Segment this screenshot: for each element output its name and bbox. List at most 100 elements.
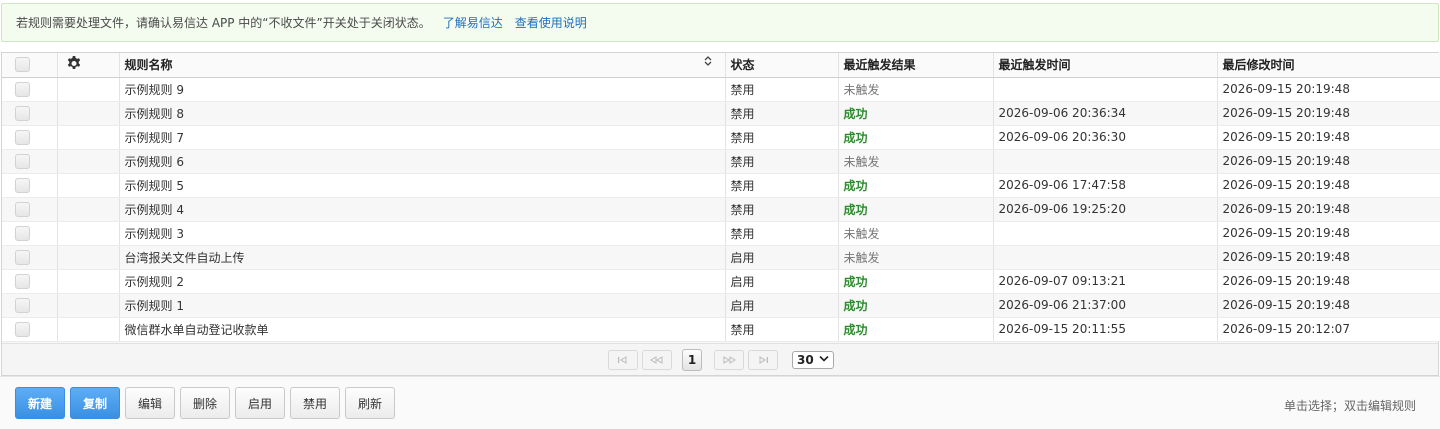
row-checkbox-cell[interactable]	[2, 221, 58, 246]
status-text: 禁用	[730, 154, 755, 169]
column-header-trigger-time[interactable]: 最近触发时间	[993, 53, 1218, 78]
first-page-button[interactable]	[608, 349, 638, 370]
rule-name-text: 示例规则 9	[124, 82, 184, 97]
status-text: 启用	[730, 250, 755, 265]
rule-name-text: 示例规则 6	[124, 154, 184, 169]
result-text: 未触发	[843, 226, 880, 241]
column-header-status[interactable]: 状态	[725, 53, 839, 78]
modified-time-text: 2026-09-15 20:19:48	[1222, 130, 1350, 144]
select-all-cell[interactable]	[2, 53, 58, 78]
enable-button[interactable]: 启用	[235, 387, 285, 419]
row-settings-cell	[57, 269, 120, 294]
row-checkbox[interactable]	[15, 153, 30, 169]
row-settings-cell	[57, 221, 120, 246]
row-checkbox-cell[interactable]	[2, 197, 58, 222]
trigger-time-cell: 2026-09-15 20:11:55	[993, 317, 1218, 342]
rule-name-text: 示例规则 5	[124, 178, 184, 193]
row-checkbox[interactable]	[15, 129, 30, 145]
rule-name-text: 示例规则 3	[124, 226, 184, 241]
modified-time-text: 2026-09-15 20:19:48	[1222, 178, 1350, 192]
row-settings-cell	[57, 173, 120, 198]
action-toolbar: 新建 复制 编辑 删除 启用 禁用 刷新 单击选择；双击编辑规则	[0, 376, 1440, 429]
row-checkbox-cell[interactable]	[2, 317, 58, 342]
row-checkbox[interactable]	[15, 105, 30, 121]
row-checkbox[interactable]	[15, 177, 30, 193]
learn-more-link[interactable]: 了解易信达	[443, 14, 503, 31]
row-checkbox[interactable]	[15, 81, 30, 97]
status-text: 禁用	[730, 82, 755, 97]
trigger-time-text: 2026-09-07 09:13:21	[998, 274, 1126, 288]
trigger-time-text: 2026-09-06 21:37:00	[998, 298, 1126, 312]
delete-button[interactable]: 删除	[180, 387, 230, 419]
result-cell: 未触发	[838, 149, 994, 174]
chevron-down-icon	[819, 355, 829, 365]
table-row[interactable]: 微信群水单自动登记收款单 禁用 成功 2026-09-15 20:11:55 2026-…	[2, 317, 1440, 342]
prev-page-button[interactable]	[642, 349, 672, 370]
rule-name-text: 示例规则 4	[124, 202, 184, 217]
table-row[interactable]: 示例规则 2 启用 成功 2026-09-07 09:13:21 2026-09-15 …	[2, 269, 1440, 294]
usage-guide-link[interactable]: 查看使用说明	[515, 14, 587, 31]
row-checkbox[interactable]	[15, 297, 30, 313]
current-page-button[interactable]: 1	[682, 348, 702, 371]
modified-time-cell: 2026-09-15 20:19:48	[1217, 245, 1440, 270]
row-settings-cell	[57, 77, 120, 102]
row-checkbox-cell[interactable]	[2, 77, 58, 102]
table-row[interactable]: 示例规则 3 禁用 未触发 2026-09-15 20:19:48	[2, 221, 1440, 246]
row-checkbox-cell[interactable]	[2, 173, 58, 198]
select-all-checkbox[interactable]	[15, 57, 30, 73]
status-cell: 禁用	[725, 77, 839, 102]
row-checkbox[interactable]	[15, 273, 30, 289]
modified-time-cell: 2026-09-15 20:19:48	[1217, 197, 1440, 222]
disable-button[interactable]: 禁用	[290, 387, 340, 419]
table-row[interactable]: 示例规则 6 禁用 未触发 2026-09-15 20:19:48	[2, 149, 1440, 174]
table-row[interactable]: 示例规则 8 禁用 成功 2026-09-06 20:36:34 2026-09-15 …	[2, 101, 1440, 126]
result-text: 成功	[843, 298, 868, 313]
rule-name-cell: 台湾报关文件自动上传	[119, 245, 726, 270]
row-checkbox[interactable]	[15, 321, 30, 337]
result-cell: 成功	[838, 101, 994, 126]
next-page-button[interactable]	[714, 349, 744, 370]
gear-icon[interactable]	[66, 55, 82, 74]
row-checkbox-cell[interactable]	[2, 293, 58, 318]
new-button[interactable]: 新建	[15, 387, 65, 419]
table-row[interactable]: 示例规则 1 启用 成功 2026-09-06 21:37:00 2026-09-15 …	[2, 293, 1440, 318]
modified-time-text: 2026-09-15 20:19:48	[1222, 250, 1350, 264]
table-row[interactable]: 示例规则 5 禁用 成功 2026-09-06 17:47:58 2026-09-15 …	[2, 173, 1440, 198]
row-checkbox-cell[interactable]	[2, 149, 58, 174]
result-text: 未触发	[843, 154, 880, 169]
row-settings-cell	[57, 245, 120, 270]
rule-name-cell: 示例规则 6	[119, 149, 726, 174]
row-checkbox[interactable]	[15, 249, 30, 265]
status-cell: 禁用	[725, 197, 839, 222]
row-checkbox-cell[interactable]	[2, 269, 58, 294]
result-cell: 未触发	[838, 245, 994, 270]
table-row[interactable]: 示例规则 7 禁用 成功 2026-09-06 20:36:30 2026-09-15 …	[2, 125, 1440, 150]
table-row[interactable]: 示例规则 4 禁用 成功 2026-09-06 19:25:20 2026-09-15 …	[2, 197, 1440, 222]
table-row[interactable]: 台湾报关文件自动上传 启用 未触发 2026-09-15 20:19:48	[2, 245, 1440, 270]
column-header-modified[interactable]: 最后修改时间	[1217, 53, 1440, 78]
page-size-select[interactable]: 30	[792, 350, 834, 369]
row-checkbox-cell[interactable]	[2, 245, 58, 270]
row-checkbox[interactable]	[15, 225, 30, 241]
status-cell: 启用	[725, 245, 839, 270]
copy-button[interactable]: 复制	[70, 387, 120, 419]
status-cell: 禁用	[725, 149, 839, 174]
table-row[interactable]: 示例规则 9 禁用 未触发 2026-09-15 20:19:48	[2, 77, 1440, 102]
row-settings-cell	[57, 293, 120, 318]
row-checkbox-cell[interactable]	[2, 101, 58, 126]
last-page-button[interactable]	[748, 349, 778, 370]
status-text: 启用	[730, 274, 755, 289]
edit-button[interactable]: 编辑	[125, 387, 175, 419]
trigger-time-text: 2026-09-06 19:25:20	[998, 202, 1126, 216]
status-text: 禁用	[730, 202, 755, 217]
column-settings-cell[interactable]	[57, 53, 120, 78]
refresh-button[interactable]: 刷新	[345, 387, 395, 419]
sort-icon[interactable]	[704, 56, 712, 68]
column-header-result[interactable]: 最近触发结果	[838, 53, 994, 78]
row-checkbox[interactable]	[15, 201, 30, 217]
result-text: 成功	[843, 322, 868, 337]
row-checkbox-cell[interactable]	[2, 125, 58, 150]
modified-time-cell: 2026-09-15 20:19:48	[1217, 77, 1440, 102]
row-settings-cell	[57, 317, 120, 342]
column-header-name[interactable]: 规则名称	[119, 53, 726, 78]
